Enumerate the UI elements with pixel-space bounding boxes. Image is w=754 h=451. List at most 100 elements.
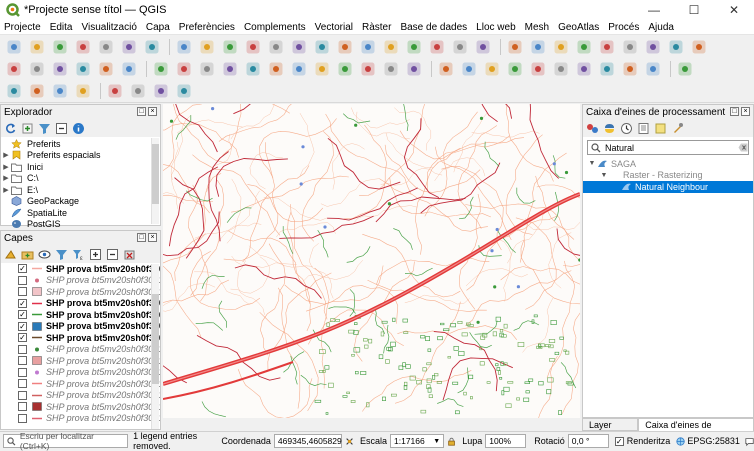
raster-histogram-icon[interactable]	[128, 82, 147, 101]
info-icon[interactable]	[72, 122, 85, 135]
python-scripts-icon[interactable]	[603, 122, 616, 135]
annotations-icon[interactable]	[643, 38, 662, 57]
remove-layer-icon[interactable]	[123, 248, 136, 261]
open-field-calculator-icon[interactable]	[551, 38, 570, 57]
deselect-features-icon[interactable]	[27, 82, 46, 101]
delete-selected-icon[interactable]	[289, 60, 308, 79]
collapse-all-icon[interactable]	[106, 248, 119, 261]
help-icon[interactable]	[675, 60, 694, 79]
menu-proc-s[interactable]: Procés	[608, 22, 639, 33]
filter-expression-icon[interactable]: ε	[72, 248, 85, 261]
digitize-layer-icon[interactable]	[4, 60, 23, 79]
select-by-value-icon[interactable]	[50, 82, 69, 101]
menu-complements[interactable]: Complements	[244, 22, 306, 33]
text-annotation-icon[interactable]	[689, 38, 708, 57]
expand-all-icon[interactable]	[89, 248, 102, 261]
open-attributes-icon[interactable]	[73, 82, 92, 101]
menu-visualitzaci-[interactable]: Visualització	[81, 22, 136, 33]
edit-features-in-place-icon[interactable]	[654, 122, 667, 135]
select-features-icon[interactable]	[4, 82, 23, 101]
map-tips-icon[interactable]	[666, 38, 685, 57]
collapse-all-icon[interactable]	[55, 122, 68, 135]
coordinate-field[interactable]: 469345,4605829	[273, 434, 342, 448]
identify-icon[interactable]	[505, 38, 524, 57]
menu-geoatlas[interactable]: GeoAtlas	[558, 22, 599, 33]
paste-features-icon[interactable]	[358, 60, 377, 79]
open-project-icon[interactable]	[27, 38, 46, 57]
new-project-icon[interactable]	[4, 38, 23, 57]
float-panel-button[interactable]: □	[137, 107, 146, 116]
tab-processing-toolbox[interactable]: Caixa d'eines de processament	[638, 418, 754, 440]
redo-icon[interactable]	[404, 60, 423, 79]
layer-row[interactable]: SHP prova bt5mv20sh0f300115vs	[1, 401, 160, 413]
raster-calculator-icon[interactable]	[105, 82, 124, 101]
processing-toolbox-icon[interactable]	[574, 38, 593, 57]
plugin-2-icon[interactable]	[643, 60, 662, 79]
close-panel-button[interactable]: ×	[741, 107, 750, 116]
layer-row[interactable]: SHP prova bt5mv20sh0f300115tl	[1, 378, 160, 390]
menu-lloc-web[interactable]: Lloc web	[476, 22, 515, 33]
menu-prefer-ncies[interactable]: Preferències	[179, 22, 235, 33]
close-button[interactable]: ✕	[714, 0, 754, 20]
pin-labels-icon[interactable]	[459, 60, 478, 79]
menu-mesh[interactable]: Mesh	[525, 22, 549, 33]
menu-base-de-dades[interactable]: Base de dades	[400, 22, 467, 33]
toggle-editing-icon[interactable]	[174, 60, 193, 79]
browser-item-spatialite[interactable]: SpatiaLite	[1, 207, 160, 219]
undo-icon[interactable]	[381, 60, 400, 79]
add-feature-icon[interactable]	[220, 60, 239, 79]
python-console-icon[interactable]	[620, 60, 639, 79]
layer-row[interactable]: SHP prova bt5mv20sh0f300115ps	[1, 355, 160, 367]
algorithm-item-selected[interactable]: Natural Neighbour	[583, 181, 753, 193]
layer-row[interactable]: ✓ SHP prova bt5mv20sh0f300115hl	[1, 309, 160, 321]
close-panel-button[interactable]: ×	[148, 233, 157, 242]
new-shapefile-icon[interactable]	[50, 60, 69, 79]
highlight-labels-icon[interactable]	[505, 60, 524, 79]
rotate-label-icon[interactable]	[551, 60, 570, 79]
layer-visibility-checkbox[interactable]: ✓	[18, 310, 27, 320]
save-project-icon[interactable]	[50, 38, 69, 57]
layer-visibility-checkbox[interactable]: ✓	[18, 264, 27, 274]
messages-icon[interactable]	[745, 436, 754, 447]
zoom-native-icon[interactable]	[335, 38, 354, 57]
new-virtual-layer-icon[interactable]	[96, 60, 115, 79]
magnifier-field[interactable]: 100%	[485, 434, 527, 448]
pan-icon[interactable]	[174, 38, 193, 57]
close-panel-button[interactable]: ×	[148, 107, 157, 116]
layer-visibility-checkbox[interactable]: ✓	[18, 321, 27, 331]
layers-scrollbar[interactable]	[151, 264, 159, 429]
zoom-selection-icon[interactable]	[289, 38, 308, 57]
zoom-layer-icon[interactable]	[312, 38, 331, 57]
add-layer-icon[interactable]	[21, 122, 34, 135]
add-group-icon[interactable]	[21, 248, 34, 261]
browser-item-geopackage[interactable]: GeoPackage	[1, 196, 160, 208]
refresh-icon[interactable]	[473, 38, 492, 57]
zoom-last-icon[interactable]	[358, 38, 377, 57]
layer-visibility-checkbox[interactable]	[18, 367, 27, 377]
pan-to-selection-icon[interactable]	[197, 38, 216, 57]
maximize-button[interactable]: ☐	[674, 0, 714, 20]
float-panel-button[interactable]: □	[730, 107, 739, 116]
layer-row[interactable]: SHP prova bt5mv20sh0f300115ap	[1, 275, 160, 287]
move-feature-icon[interactable]	[243, 60, 262, 79]
layer-visibility-checkbox[interactable]	[18, 402, 27, 412]
browser-item-e-[interactable]: ▶ E:\	[1, 184, 160, 196]
filter-legend-icon[interactable]	[55, 248, 68, 261]
refresh-icon[interactable]	[4, 122, 17, 135]
float-panel-button[interactable]: □	[137, 233, 146, 242]
layer-row[interactable]: SHP prova bt5mv20sh0f300115vl	[1, 390, 160, 402]
zoom-full-icon[interactable]	[266, 38, 285, 57]
measure-icon[interactable]	[620, 38, 639, 57]
map-render[interactable]	[163, 104, 580, 418]
filter-icon[interactable]	[38, 122, 51, 135]
map-canvas[interactable]	[163, 104, 580, 418]
history-icon[interactable]	[620, 122, 633, 135]
provider-tree-item[interactable]: ▼ SAGA	[583, 158, 753, 170]
save-edits-icon[interactable]	[197, 60, 216, 79]
browser-item-inici[interactable]: ▶ Inici	[1, 161, 160, 173]
processing-search-box[interactable]: Natural	[587, 140, 749, 155]
menu-capa[interactable]: Capa	[146, 22, 170, 33]
layer-row[interactable]: ✓ SHP prova bt5mv20sh0f300115cl	[1, 298, 160, 310]
style-manager-icon[interactable]	[4, 248, 17, 261]
layer-visibility-checkbox[interactable]	[18, 275, 27, 285]
